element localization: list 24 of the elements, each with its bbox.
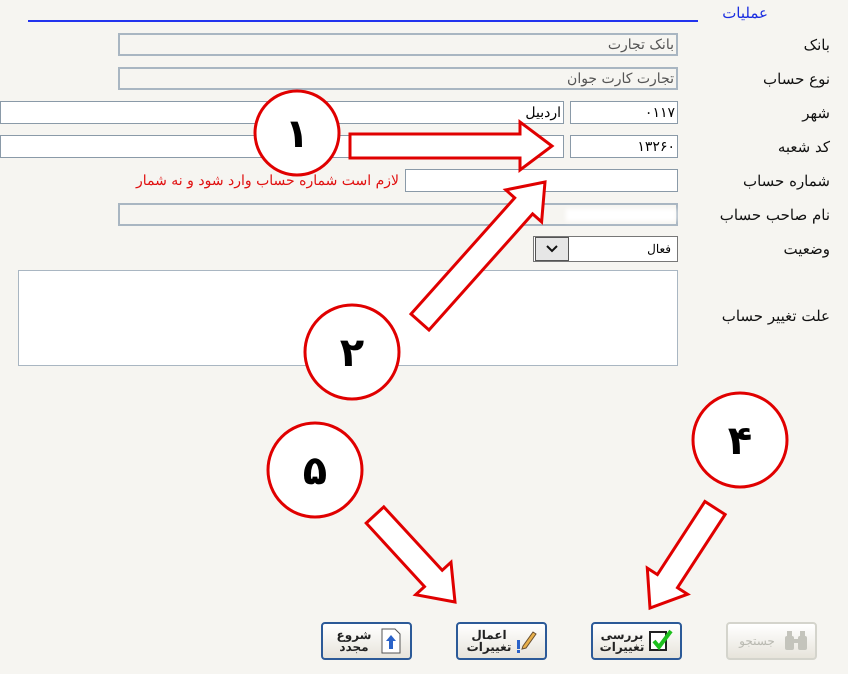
numbered-circle: ۲ [304,304,400,400]
apply-button[interactable]: اعمال تغییرات [456,622,547,660]
dropdown[interactable]: فعال [533,236,678,262]
chevron-down-icon [535,236,569,260]
field-label: نام صاحب حساب [718,206,831,224]
field-label: علت تغییر حساب [720,307,831,325]
document-arrow-icon [380,628,402,654]
checkmark-icon [648,629,674,653]
field-label: کد شعبه [776,138,831,156]
code-field[interactable]: ۰۱۱۷ [570,101,678,124]
numbered-circle: ۱ [254,90,340,176]
check-button[interactable]: بررسی تغییرات [591,622,682,660]
section-title: عملیات [722,6,768,20]
field-label: بانک [802,36,831,54]
numbered-circle: ۵ [266,422,364,518]
field-label: شهر [800,104,831,122]
input-field[interactable] [405,169,678,192]
field-label: وضعیت [782,240,831,258]
restart-button[interactable]: شروع مجدد [321,622,412,660]
field-label: شماره حساب [742,172,831,190]
code-field[interactable]: ۱۳۲۶۰ [570,135,678,158]
binoculars-icon [783,630,809,652]
field-label: نوع حساب [762,70,831,88]
numbered-circle: ۴ [692,392,788,488]
